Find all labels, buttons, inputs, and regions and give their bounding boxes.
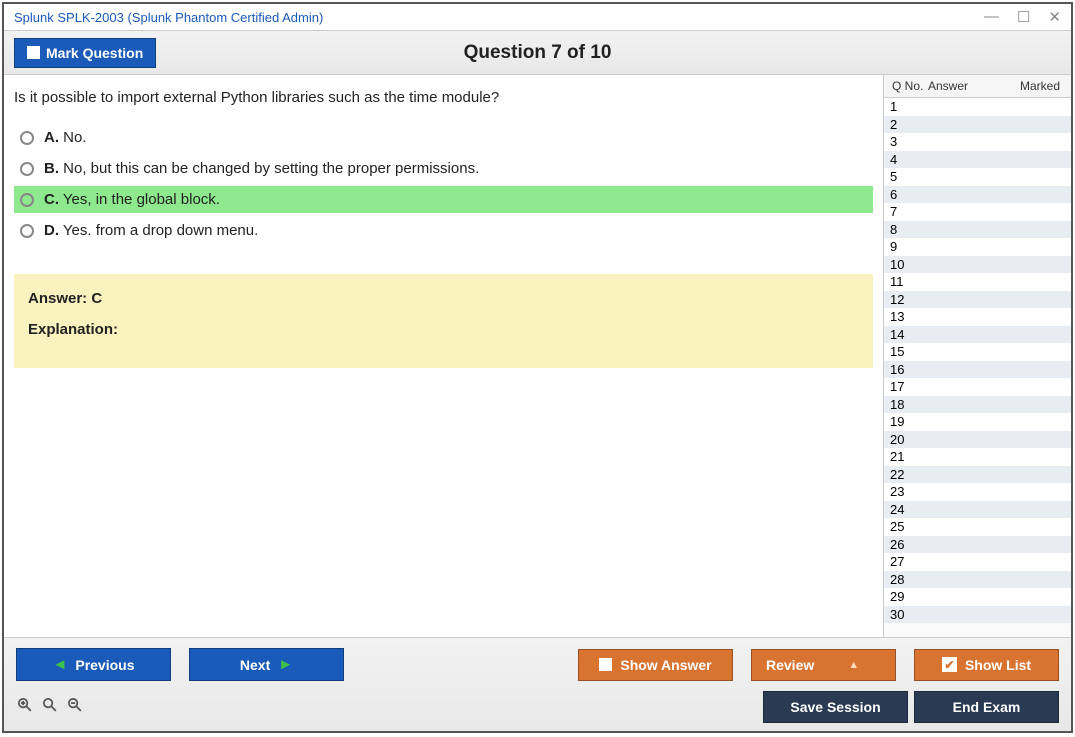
window-controls: — ☐ ✕	[984, 8, 1061, 26]
question-row[interactable]: 14	[884, 326, 1071, 344]
question-row[interactable]: 11	[884, 273, 1071, 291]
review-label: Review	[766, 657, 814, 673]
question-row[interactable]: 2	[884, 116, 1071, 134]
checkbox-icon	[599, 658, 612, 671]
zoom-controls	[16, 696, 83, 719]
question-row[interactable]: 1	[884, 98, 1071, 116]
footer-row-2: Save Session End Exam	[16, 691, 1059, 723]
option-text: C. Yes, in the global block.	[44, 191, 220, 208]
content-area: Is it possible to import external Python…	[4, 75, 1071, 637]
close-icon[interactable]: ✕	[1048, 8, 1061, 26]
question-row[interactable]: 16	[884, 361, 1071, 379]
question-row[interactable]: 17	[884, 378, 1071, 396]
option-d[interactable]: D. Yes. from a drop down menu.	[14, 217, 873, 244]
question-row[interactable]: 21	[884, 448, 1071, 466]
save-session-label: Save Session	[790, 699, 880, 715]
question-row[interactable]: 30	[884, 606, 1071, 624]
next-label: Next	[240, 657, 270, 673]
options-list: A. No. B. No, but this can be changed by …	[14, 124, 873, 244]
question-counter: Question 7 of 10	[4, 42, 1071, 64]
answer-box: Answer: C Explanation:	[14, 274, 873, 368]
answer-label: Answer: C	[28, 290, 859, 307]
option-text: D. Yes. from a drop down menu.	[44, 222, 258, 239]
question-row[interactable]: 5	[884, 168, 1071, 186]
chevron-left-icon: ◄	[53, 656, 68, 673]
question-row[interactable]: 29	[884, 588, 1071, 606]
col-answer: Answer	[928, 79, 1013, 93]
question-row[interactable]: 13	[884, 308, 1071, 326]
previous-label: Previous	[75, 657, 134, 673]
dropdown-arrow-icon: ▲	[848, 659, 859, 671]
option-b[interactable]: B. No, but this can be changed by settin…	[14, 155, 873, 182]
col-qno: Q No.	[888, 79, 928, 93]
radio-icon	[20, 224, 34, 238]
question-row[interactable]: 4	[884, 151, 1071, 169]
previous-button[interactable]: ◄ Previous	[16, 648, 171, 681]
show-list-label: Show List	[965, 657, 1031, 673]
col-marked: Marked	[1013, 79, 1067, 93]
radio-icon	[20, 162, 34, 176]
sidebar-body[interactable]: 1234567891011121314151617181920212223242…	[884, 98, 1071, 637]
question-row[interactable]: 10	[884, 256, 1071, 274]
question-text: Is it possible to import external Python…	[14, 89, 873, 106]
question-row[interactable]: 6	[884, 186, 1071, 204]
question-row[interactable]: 23	[884, 483, 1071, 501]
end-exam-label: End Exam	[953, 699, 1021, 715]
question-row[interactable]: 26	[884, 536, 1071, 554]
question-row[interactable]: 22	[884, 466, 1071, 484]
question-row[interactable]: 19	[884, 413, 1071, 431]
footer-row-1: ◄ Previous Next ► Show Answer Review ▲ ✔…	[16, 648, 1059, 681]
zoom-in-icon[interactable]	[16, 696, 33, 719]
question-panel: Is it possible to import external Python…	[4, 75, 883, 637]
question-row[interactable]: 20	[884, 431, 1071, 449]
question-list-sidebar: Q No. Answer Marked 12345678910111213141…	[883, 75, 1071, 637]
question-row[interactable]: 18	[884, 396, 1071, 414]
footer: ◄ Previous Next ► Show Answer Review ▲ ✔…	[4, 637, 1071, 731]
option-a[interactable]: A. No.	[14, 124, 873, 151]
question-row[interactable]: 3	[884, 133, 1071, 151]
window-title: Splunk SPLK-2003 (Splunk Phantom Certifi…	[14, 10, 323, 25]
next-button[interactable]: Next ►	[189, 648, 344, 681]
radio-icon	[20, 131, 34, 145]
mark-question-label: Mark Question	[46, 45, 143, 61]
question-row[interactable]: 12	[884, 291, 1071, 309]
show-answer-label: Show Answer	[620, 657, 711, 673]
question-row[interactable]: 7	[884, 203, 1071, 221]
question-row[interactable]: 9	[884, 238, 1071, 256]
titlebar: Splunk SPLK-2003 (Splunk Phantom Certifi…	[4, 4, 1071, 31]
show-answer-button[interactable]: Show Answer	[578, 649, 733, 681]
header-bar: Mark Question Question 7 of 10	[4, 31, 1071, 75]
question-row[interactable]: 15	[884, 343, 1071, 361]
save-session-button[interactable]: Save Session	[763, 691, 908, 723]
option-text: B. No, but this can be changed by settin…	[44, 160, 479, 177]
question-row[interactable]: 8	[884, 221, 1071, 239]
option-text: A. No.	[44, 129, 87, 146]
question-row[interactable]: 25	[884, 518, 1071, 536]
question-row[interactable]: 24	[884, 501, 1071, 519]
option-c[interactable]: C. Yes, in the global block.	[14, 186, 873, 213]
zoom-out-icon[interactable]	[66, 696, 83, 719]
minimize-icon[interactable]: —	[984, 8, 999, 26]
show-list-button[interactable]: ✔ Show List	[914, 649, 1059, 681]
radio-icon	[20, 193, 34, 207]
chevron-right-icon: ►	[278, 656, 293, 673]
review-button[interactable]: Review ▲	[751, 649, 896, 681]
zoom-reset-icon[interactable]	[41, 696, 58, 719]
sidebar-header: Q No. Answer Marked	[884, 75, 1071, 98]
maximize-icon[interactable]: ☐	[1017, 8, 1030, 26]
checkbox-icon	[27, 46, 40, 59]
question-row[interactable]: 28	[884, 571, 1071, 589]
end-exam-button[interactable]: End Exam	[914, 691, 1059, 723]
mark-question-button[interactable]: Mark Question	[14, 38, 156, 68]
checkbox-checked-icon: ✔	[942, 657, 957, 672]
app-window: Splunk SPLK-2003 (Splunk Phantom Certifi…	[2, 2, 1073, 733]
question-row[interactable]: 27	[884, 553, 1071, 571]
explanation-label: Explanation:	[28, 321, 859, 338]
